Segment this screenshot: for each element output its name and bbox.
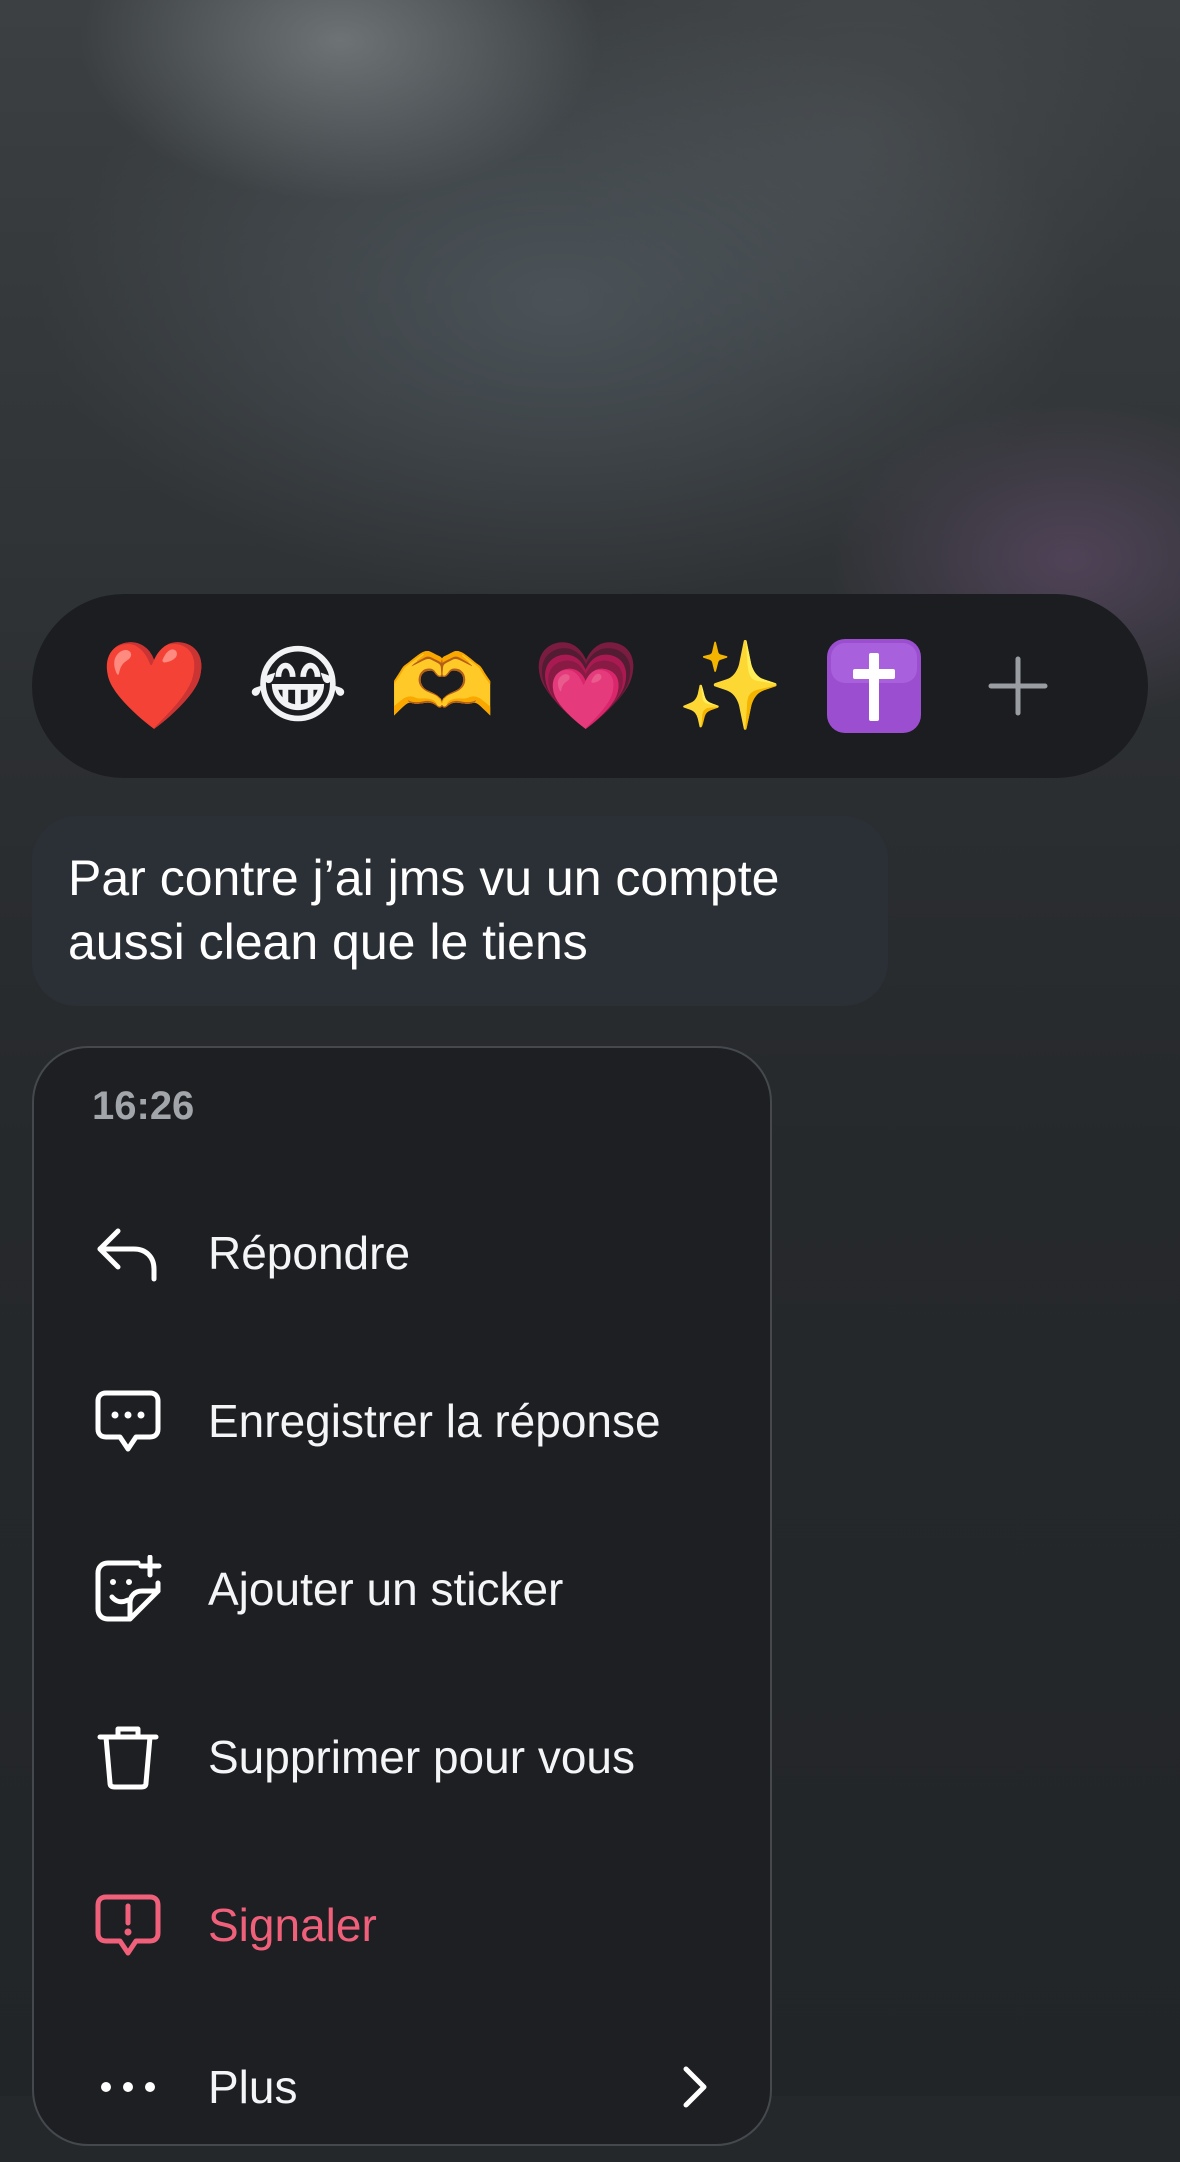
reply-menu-item[interactable]: Répondre [34, 1178, 770, 1328]
latin-cross-icon[interactable]: ✝ [822, 634, 926, 738]
delete-for-you-menu-item[interactable]: Supprimer pour vous [34, 1682, 770, 1832]
more-menu-item[interactable]: Plus [34, 2012, 770, 2162]
message-time: 16:26 [92, 1084, 195, 1128]
message-context-menu: 16:26 Répondre Enregistrer la réponse Aj… [32, 1046, 772, 2146]
report-icon [92, 1889, 164, 1961]
reply-label: Répondre [208, 1227, 411, 1279]
chevron-right-icon [683, 2066, 707, 2108]
sparkles-icon[interactable]: ✨ [676, 634, 783, 738]
svg-text:✝: ✝ [825, 637, 826, 638]
save-reply-menu-item[interactable]: Enregistrer la réponse [34, 1346, 770, 1496]
save-reply-label: Enregistrer la réponse [208, 1395, 661, 1447]
saved-reply-icon [92, 1385, 164, 1457]
add-sticker-menu-item[interactable]: Ajouter un sticker [34, 1514, 770, 1664]
more-label: Plus [208, 2061, 298, 2113]
heart-hands-icon[interactable]: 🫶 [388, 634, 495, 738]
red-heart-icon[interactable]: ❤️ [100, 634, 207, 738]
delete-for-you-label: Supprimer pour vous [208, 1731, 635, 1783]
report-menu-item[interactable]: Signaler [34, 1850, 770, 2000]
reaction-bar: ❤️ 😂 🫶 💗 ✨ ✝ [32, 594, 1148, 778]
trash-icon [92, 1721, 164, 1793]
plus-icon[interactable] [966, 634, 1070, 738]
growing-heart-icon[interactable]: 💗 [532, 634, 639, 738]
latin-cross-tile: ✝ [825, 637, 921, 733]
add-sticker-label: Ajouter un sticker [208, 1563, 564, 1615]
report-label: Signaler [208, 1899, 377, 1951]
more-dots-icon [92, 2051, 164, 2123]
tears-of-joy-icon[interactable]: 😂 [246, 634, 350, 738]
sticker-add-icon [92, 1553, 164, 1625]
message-bubble[interactable]: Par contre j’ai jms vu un compte aussi c… [32, 816, 888, 1006]
reply-arrow-icon [92, 1217, 164, 1289]
